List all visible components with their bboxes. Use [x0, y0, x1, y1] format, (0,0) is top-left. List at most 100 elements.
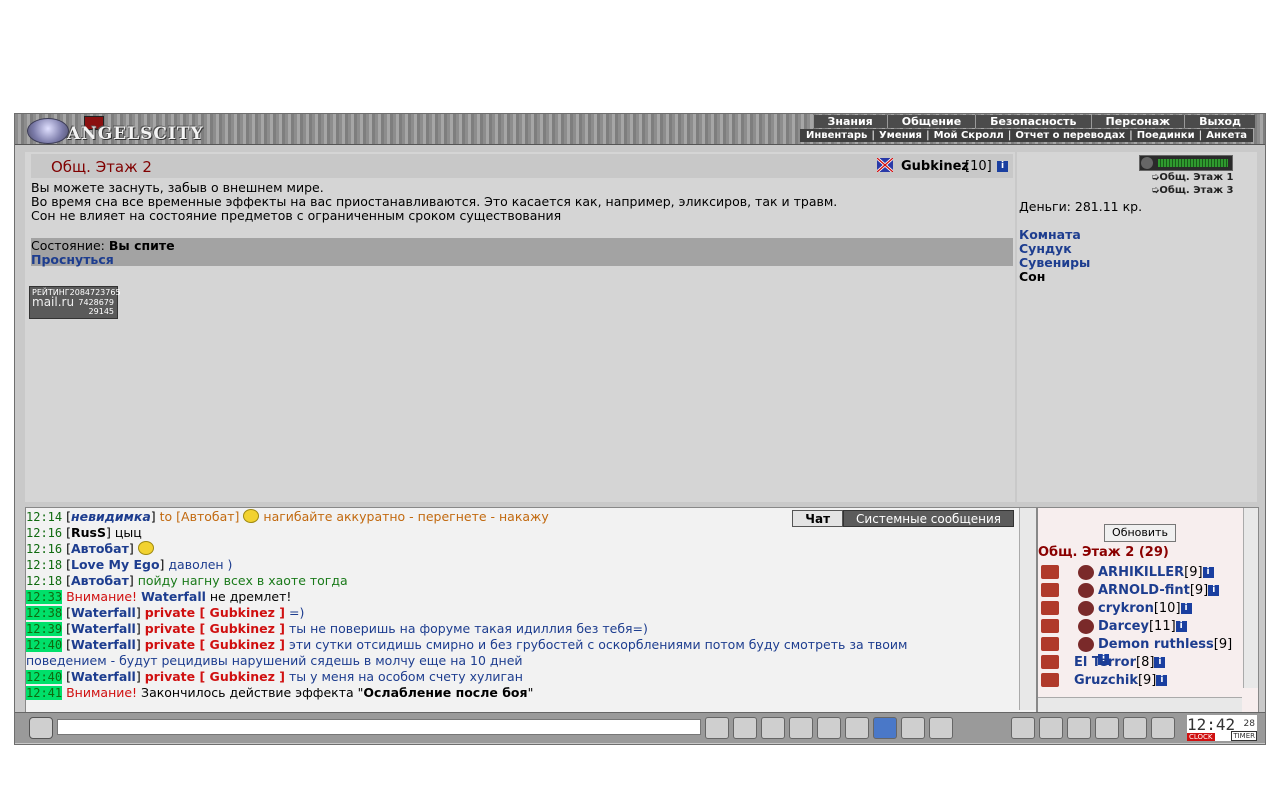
flag-action-icon[interactable] [1123, 717, 1147, 739]
wake-up-link[interactable]: Проснуться [31, 252, 114, 267]
menu-exit[interactable]: Выход [1184, 115, 1255, 128]
chat-time: 12:40 [26, 638, 63, 652]
menu-knowledge[interactable]: Знания [812, 115, 887, 128]
chat-message: [Love My Ego] даволен ) [66, 557, 233, 572]
chat-line: 12:33 Внимание! Waterfall не дремлет! [26, 589, 1016, 605]
chat-time: 12:38 [26, 606, 63, 620]
user-row: Darcey[11] i [1038, 619, 1238, 637]
smiley-icon[interactable] [901, 717, 925, 739]
health-fill [1158, 159, 1228, 167]
user-flag-icon [877, 158, 893, 172]
chat-message: [Автобат] [66, 541, 154, 556]
clan-emblem-icon[interactable] [1078, 619, 1094, 634]
clock-label[interactable]: CLOCK [1187, 733, 1215, 741]
sub-menu: Инвентарь | Умения | Мой Скролл | Отчет о п… [799, 129, 1253, 142]
timer-label[interactable]: TIMER [1231, 731, 1257, 741]
tab-system-messages[interactable]: Системные сообщения [843, 510, 1014, 527]
chat-time: 12:16 [26, 526, 63, 540]
link-sleep: Сон [1019, 269, 1046, 284]
link-chest[interactable]: Сундук [1019, 241, 1072, 256]
submenu-profile[interactable]: Анкета [1206, 129, 1247, 142]
eraser-icon[interactable] [733, 717, 757, 739]
user-info-icon[interactable]: i [1208, 585, 1220, 596]
menu-character[interactable]: Персонаж [1090, 115, 1185, 128]
user-row: El Terror[8] i [1038, 655, 1238, 673]
nav-floor-3[interactable]: ➭Общ. Этаж 3 [1151, 185, 1233, 196]
bag-icon[interactable] [1011, 717, 1035, 739]
tab-chat[interactable]: Чат [792, 510, 844, 527]
exit-icon[interactable] [1151, 717, 1175, 739]
user-info-icon[interactable]: i [1175, 621, 1187, 632]
fight-icon[interactable] [817, 717, 841, 739]
users-hscrollbar[interactable] [1038, 697, 1242, 712]
speaker-icon[interactable] [29, 717, 53, 739]
chat-message: [Waterfall] private [ Gubkinez ] =) [66, 605, 305, 620]
submenu-transfer-report[interactable]: Отчет о переводах [1015, 129, 1125, 142]
chat-line: 12:40 [Waterfall] private [ Gubkinez ] э… [26, 637, 1016, 653]
message-input[interactable] [57, 719, 701, 735]
menu-security[interactable]: Безопасность [975, 115, 1091, 128]
nav-floor-1[interactable]: ➭Общ. Этаж 1 [1151, 172, 1233, 183]
link-souvenirs[interactable]: Сувениры [1019, 255, 1090, 270]
user-name[interactable]: El Terror[8] i [1074, 655, 1166, 670]
helmet-icon[interactable] [929, 717, 953, 739]
attack-swords-icon[interactable] [1041, 565, 1059, 579]
menu-communication[interactable]: Общение [886, 115, 976, 128]
chat-message: Внимание! Закончилось действие эффекта "… [66, 685, 534, 700]
counter-value: 7428679 [78, 298, 114, 307]
users-scrollbar[interactable] [1243, 508, 1258, 688]
user-row: ARNOLD-fint[9] i [1038, 583, 1238, 601]
user-info-icon[interactable]: i [1180, 603, 1192, 614]
chat-panel: 12:14 [невидимка] to [Автобат] нагибайте… [25, 507, 1037, 713]
rating-counter[interactable]: РЕЙТИНГ2084723765 mail.ru 7428679 29145 [29, 286, 121, 319]
submenu-my-scroll[interactable]: Мой Скролл [934, 129, 1004, 142]
save-icon[interactable] [789, 717, 813, 739]
attack-swords-icon[interactable] [1041, 673, 1059, 687]
clan-emblem-icon[interactable] [1078, 601, 1094, 616]
submenu-skills[interactable]: Умения [879, 129, 922, 142]
chat-time: 12:14 [26, 510, 63, 524]
chat-message: [RusS] цыц [66, 525, 142, 540]
user-info-icon[interactable]: i [1202, 567, 1214, 578]
refresh-button[interactable]: Обновить [1104, 524, 1176, 542]
attack-swords-icon[interactable] [1041, 619, 1059, 633]
clan-emblem-icon[interactable] [1078, 565, 1094, 580]
state-text: Состояние: Вы спите [31, 238, 175, 253]
user-info-icon[interactable]: i [997, 161, 1008, 172]
clan-emblem-icon[interactable] [1078, 637, 1094, 652]
user-name[interactable]: ARHIKILLER[9] i [1098, 565, 1214, 580]
attack-swords-icon[interactable] [1041, 601, 1059, 615]
user-name[interactable]: Gruzchik[9] i [1074, 673, 1168, 688]
user-name[interactable]: Darcey[11] i [1098, 619, 1187, 634]
chat-message: поведением - будут рецидивы нарушений ся… [26, 653, 523, 668]
user-name[interactable]: Gubkinez [901, 159, 969, 174]
attack-swords-icon[interactable] [1041, 637, 1059, 651]
user-name[interactable]: crykron[10] i [1098, 601, 1192, 616]
link-room[interactable]: Комната [1019, 227, 1081, 242]
submenu-fights[interactable]: Поединки [1137, 129, 1195, 142]
user-info-icon[interactable]: i [1154, 657, 1166, 668]
gears-icon[interactable] [1067, 717, 1091, 739]
chest-icon[interactable] [1095, 717, 1119, 739]
description-line: Во время сна все временные эффекты на ва… [31, 194, 838, 209]
clan-emblem-icon[interactable] [1078, 583, 1094, 598]
music-icon[interactable] [873, 717, 897, 739]
send-icon[interactable] [705, 717, 729, 739]
filter-icon[interactable] [761, 717, 785, 739]
user-info-icon[interactable]: i [1156, 675, 1168, 686]
chat-time: 12:33 [26, 590, 63, 604]
attack-swords-icon[interactable] [1041, 655, 1059, 669]
translit-icon[interactable] [845, 717, 869, 739]
chat-line: 12:18 [Love My Ego] даволен ) [26, 557, 1016, 573]
submenu-inventory[interactable]: Инвентарь [806, 129, 867, 142]
clock-time: 12:42 [1187, 715, 1236, 734]
chat-scrollbar[interactable] [1019, 508, 1036, 710]
user-name[interactable]: ARNOLD-fint[9] i [1098, 583, 1220, 598]
chat-message: [Waterfall] private [ Gubkinez ] эти сут… [66, 637, 908, 652]
scroll-icon[interactable] [1039, 717, 1063, 739]
description-line: Вы можете заснуть, забыв о внешнем мире. [31, 180, 324, 195]
users-title: Общ. Этаж 2 (29) [1038, 545, 1169, 560]
attack-swords-icon[interactable] [1041, 583, 1059, 597]
counter-value: 29145 [88, 307, 114, 316]
state-bar: Состояние: Вы спите Проснуться [31, 238, 1013, 267]
